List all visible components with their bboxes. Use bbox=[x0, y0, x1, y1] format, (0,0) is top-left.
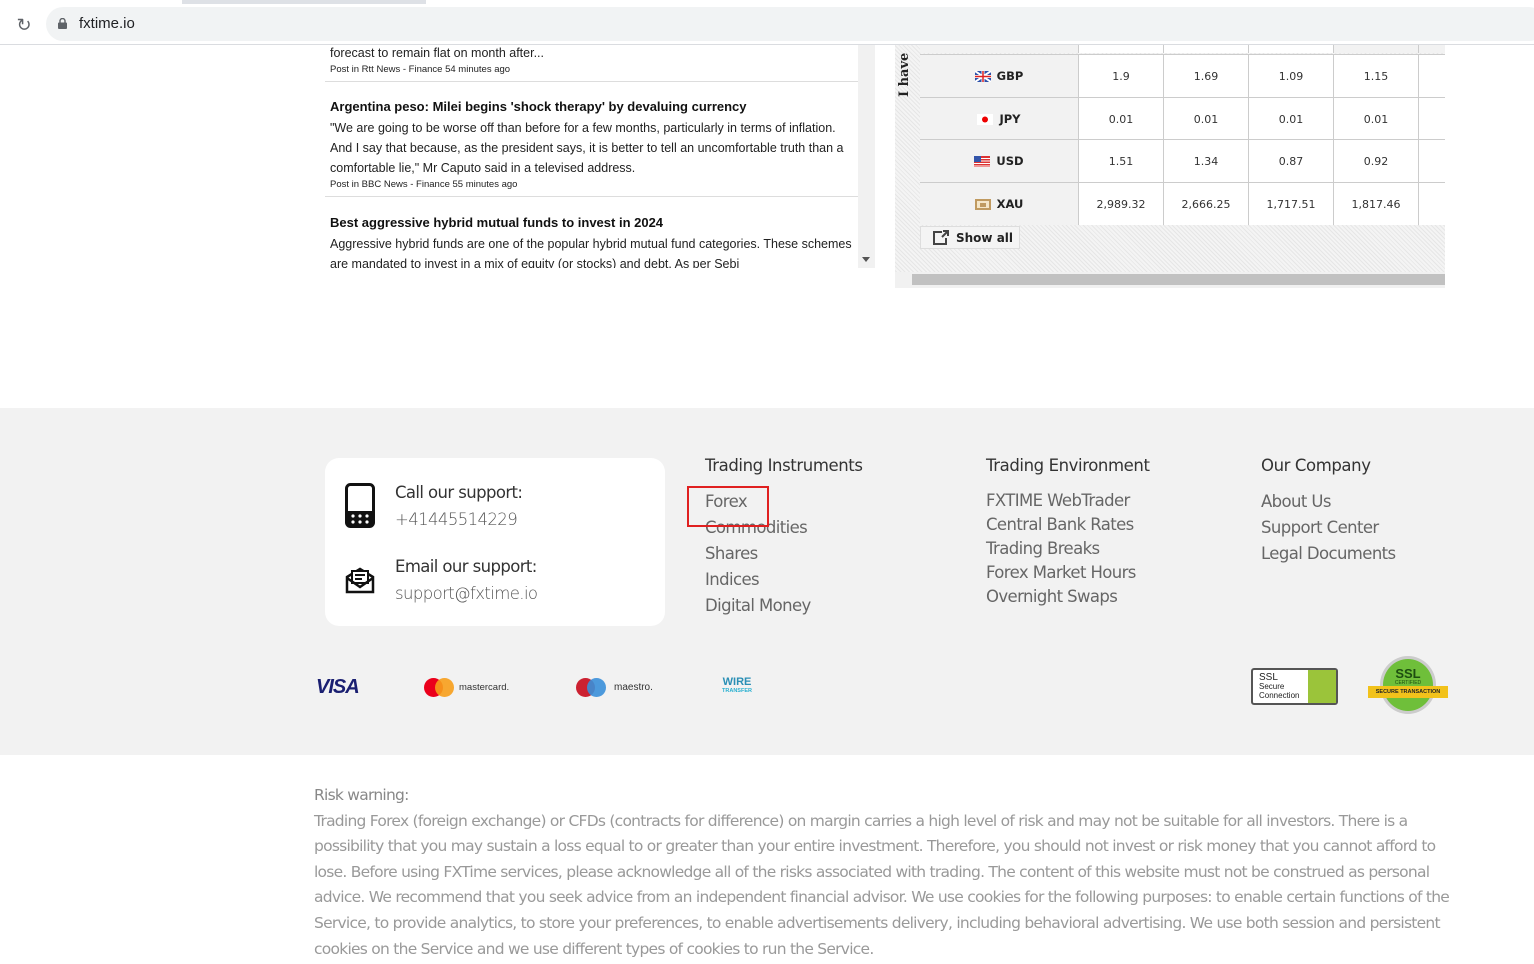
mastercard-logo: mastercard. bbox=[424, 678, 516, 698]
currency-label: USD bbox=[920, 140, 1079, 182]
footer-link[interactable]: Support Center bbox=[1261, 515, 1396, 541]
padlock-icon bbox=[1308, 670, 1336, 703]
call-support-label: Call our support: bbox=[395, 483, 523, 502]
rate-cell: 1.69 bbox=[1164, 55, 1249, 97]
risk-warning-text: Trading Forex (foreign exchange) or CFDs… bbox=[314, 811, 1450, 958]
rate-cell: 0.01 bbox=[1164, 98, 1249, 140]
footer-link[interactable]: Central Bank Rates bbox=[986, 513, 1150, 537]
footer-link[interactable]: About Us bbox=[1261, 489, 1396, 515]
currency-label: JPY bbox=[920, 98, 1079, 140]
rate-cell: 1,817.46 bbox=[1334, 183, 1419, 225]
horizontal-scrollbar[interactable] bbox=[895, 272, 1445, 288]
footer-link[interactable]: Legal Documents bbox=[1261, 541, 1396, 567]
rate-cell: 0.01 bbox=[1249, 98, 1334, 140]
forex-highlight-box bbox=[687, 486, 769, 527]
table-row: JPY 0.01 0.01 0.01 0.01 bbox=[920, 97, 1445, 140]
external-link-icon bbox=[933, 230, 949, 245]
support-card: Call our support: +41445514229 Email our… bbox=[325, 458, 665, 626]
news-item[interactable]: Best aggressive hybrid mutual funds to i… bbox=[325, 209, 858, 268]
footer-link[interactable]: Digital Money bbox=[705, 593, 863, 619]
gold-bar-icon bbox=[974, 198, 991, 210]
table-row: GBP 1.9 1.69 1.09 1.15 bbox=[920, 54, 1445, 97]
support-email[interactable]: support@fxtime.io bbox=[395, 584, 538, 603]
risk-warning-title: Risk warning: bbox=[314, 786, 409, 804]
rate-cell: 1.9 bbox=[1079, 55, 1164, 97]
visa-logo: VISA bbox=[316, 676, 360, 698]
news-scrollbar[interactable] bbox=[858, 45, 875, 268]
footer-link[interactable]: Forex Market Hours bbox=[986, 561, 1150, 585]
address-bar[interactable]: fxtime.io bbox=[46, 7, 1534, 41]
table-row: USD 1.51 1.34 0.87 0.92 bbox=[920, 139, 1445, 182]
rate-cell: 0.92 bbox=[1334, 140, 1419, 182]
ssl-certified-badge: SSL CERTIFIED SECURE TRANSACTION bbox=[1368, 656, 1448, 716]
rate-cell: 2,666.25 bbox=[1164, 183, 1249, 225]
footer-column: Our Company About Us Support Center Legal D… bbox=[1261, 456, 1396, 567]
currency-converter-table: I have GBP 1.9 1.69 1.09 1.15 JPY 0.01 0.01 0.01… bbox=[895, 45, 1445, 288]
footer-link[interactable]: Overnight Swaps bbox=[986, 585, 1150, 609]
uk-flag-icon bbox=[974, 70, 991, 82]
footer-link[interactable]: Trading Breaks bbox=[986, 537, 1150, 561]
footer: Call our support: +41445514229 Email our… bbox=[0, 408, 1534, 755]
ssl-secure-connection-badge: SSL Secure Connection bbox=[1251, 668, 1338, 705]
url-text[interactable]: fxtime.io bbox=[79, 15, 135, 32]
show-all-button[interactable]: Show all bbox=[920, 226, 1020, 249]
news-summary: "We are going to be worse off than befor… bbox=[330, 121, 844, 175]
i-have-label: I have bbox=[897, 53, 912, 98]
currency-label: GBP bbox=[920, 55, 1079, 97]
rate-cell: 0.01 bbox=[1334, 98, 1419, 140]
reload-icon[interactable]: ↻ bbox=[14, 15, 34, 35]
rate-cell: 1,717.51 bbox=[1249, 183, 1334, 225]
phone-icon bbox=[345, 483, 375, 528]
rate-cell: 2,989.32 bbox=[1079, 183, 1164, 225]
footer-column: Trading Environment FXTIME WebTrader Centr… bbox=[986, 456, 1150, 609]
rate-cell: 1 bbox=[1419, 183, 1445, 225]
rate-cell: 0.01 bbox=[1079, 98, 1164, 140]
news-title[interactable]: Best aggressive hybrid mutual funds to i… bbox=[330, 215, 853, 231]
show-all-label: Show all bbox=[956, 230, 1014, 245]
footer-column-title: Trading Instruments bbox=[705, 456, 863, 475]
us-flag-icon bbox=[974, 155, 991, 167]
footer-column: Trading Instruments Forex Commodities Share… bbox=[705, 456, 863, 619]
rate-cell bbox=[1419, 55, 1445, 97]
wire-transfer-logo: WIRE TRANSFER bbox=[722, 676, 752, 695]
email-icon bbox=[345, 567, 375, 594]
news-summary: forecast to remain flat on month after..… bbox=[330, 46, 544, 60]
email-support-label: Email our support: bbox=[395, 557, 537, 576]
rate-cell: 1.15 bbox=[1334, 55, 1419, 97]
currency-label: XAU bbox=[920, 183, 1079, 225]
support-phone[interactable]: +41445514229 bbox=[395, 510, 518, 529]
news-item[interactable]: Argentina peso: Milei begins 'shock ther… bbox=[325, 93, 858, 197]
maestro-logo: maestro. bbox=[576, 678, 666, 698]
news-title[interactable]: Argentina peso: Milei begins 'shock ther… bbox=[330, 99, 853, 115]
news-feed: forecast to remain flat on month after..… bbox=[325, 45, 875, 268]
browser-toolbar: ↻ fxtime.io bbox=[0, 4, 1534, 45]
rate-cell: 1.51 bbox=[1079, 140, 1164, 182]
footer-link[interactable]: FXTIME WebTrader bbox=[986, 489, 1150, 513]
rate-cell: 1.34 bbox=[1164, 140, 1249, 182]
news-meta: Post in Rtt News - Finance 54 minutes ag… bbox=[330, 64, 511, 75]
rate-cell bbox=[1419, 140, 1445, 182]
news-meta: Post in BBC News - Finance 55 minutes ag… bbox=[330, 179, 518, 190]
rate-cell: 1.09 bbox=[1249, 55, 1334, 97]
footer-column-title: Trading Environment bbox=[986, 456, 1150, 475]
scroll-down-arrow-icon[interactable] bbox=[862, 257, 870, 262]
news-item[interactable]: forecast to remain flat on month after..… bbox=[325, 45, 858, 82]
footer-column-title: Our Company bbox=[1261, 456, 1371, 475]
risk-warning: Risk warning: Trading Forex (foreign exc… bbox=[314, 783, 1454, 962]
footer-link[interactable]: Shares bbox=[705, 541, 863, 567]
rate-cell: 0.87 bbox=[1249, 140, 1334, 182]
rate-cell bbox=[1419, 98, 1445, 140]
scrollbar-thumb[interactable] bbox=[912, 274, 1445, 285]
news-summary: Aggressive hybrid funds are one of the p… bbox=[330, 237, 852, 268]
footer-link[interactable]: Indices bbox=[705, 567, 863, 593]
japan-flag-icon bbox=[977, 113, 994, 125]
table-row: XAU2,989.322,666.251,717.511,817.461 bbox=[920, 182, 1445, 225]
lock-icon bbox=[58, 18, 67, 29]
